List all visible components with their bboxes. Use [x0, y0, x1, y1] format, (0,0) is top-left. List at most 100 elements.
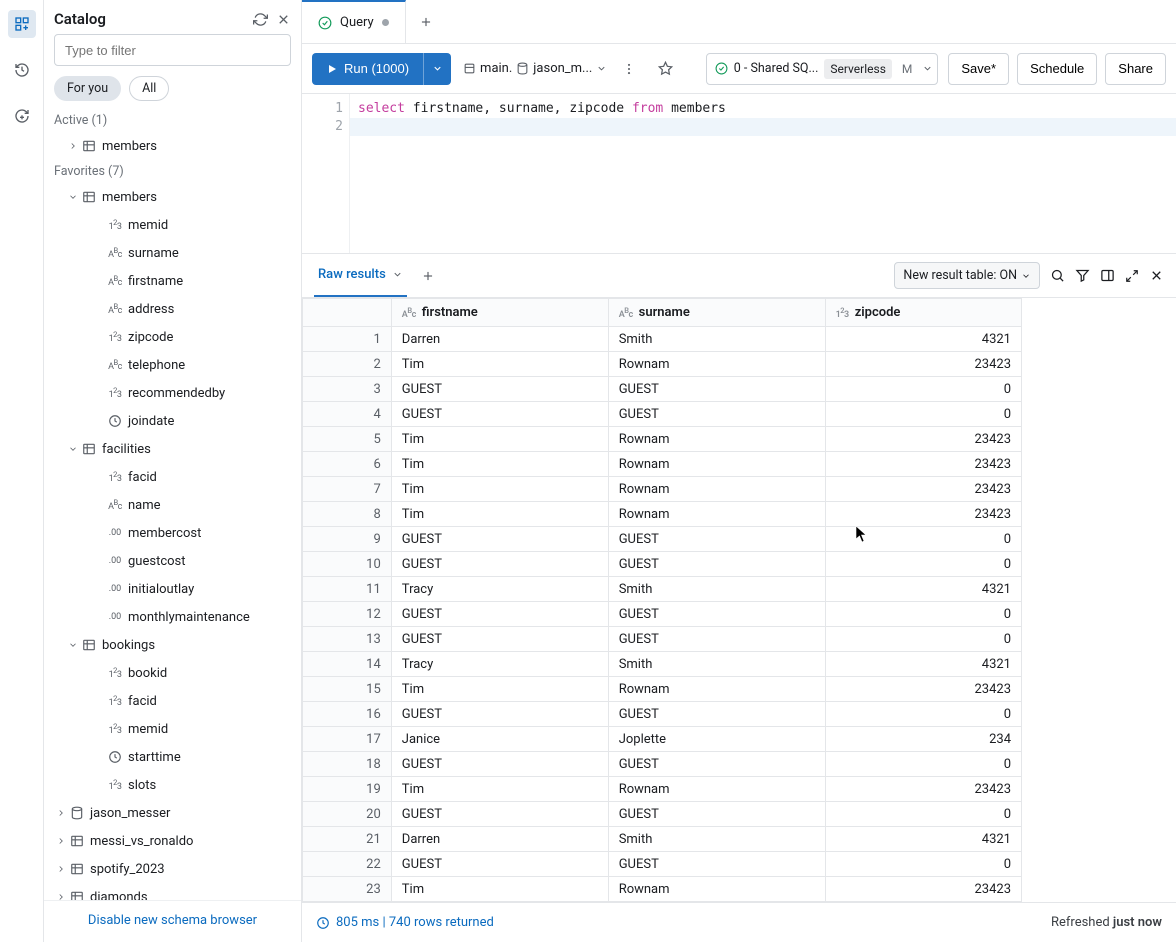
table-row[interactable]: 1DarrenSmith4321	[303, 327, 1022, 352]
tree-column-membercost[interactable]: .00membercost	[44, 519, 301, 547]
table-row[interactable]: 6TimRownam23423	[303, 452, 1022, 477]
cell[interactable]: Joplette	[608, 727, 825, 752]
cell[interactable]: Tracy	[391, 577, 608, 602]
cell[interactable]: 23423	[825, 877, 1021, 902]
table-row[interactable]: 18GUESTGUEST0	[303, 752, 1022, 777]
cell[interactable]: Tim	[391, 452, 608, 477]
cell[interactable]: 0	[825, 527, 1021, 552]
cell[interactable]: GUEST	[391, 852, 608, 877]
cell[interactable]: 23423	[825, 777, 1021, 802]
filter-input[interactable]	[54, 34, 291, 66]
cell[interactable]: 0	[825, 402, 1021, 427]
cell[interactable]: GUEST	[608, 852, 825, 877]
tree-node-diamonds[interactable]: diamonds	[44, 883, 301, 900]
column-header-surname[interactable]: ABcsurname	[608, 299, 825, 327]
tree-node-facilities[interactable]: facilities	[44, 435, 301, 463]
cell[interactable]: Tim	[391, 877, 608, 902]
cell[interactable]: Tracy	[391, 652, 608, 677]
cell[interactable]: Rownam	[608, 352, 825, 377]
tree-column-facid[interactable]: 123facid	[44, 463, 301, 491]
tree-column-starttime[interactable]: starttime	[44, 743, 301, 771]
column-header-zipcode[interactable]: 123zipcode	[825, 299, 1021, 327]
toggle-side-panel-button[interactable]	[1100, 268, 1115, 283]
expand-results-button[interactable]	[1125, 269, 1139, 283]
context-crumb[interactable]: main. jason_m...	[463, 61, 607, 76]
table-row[interactable]: 9GUESTGUEST0	[303, 527, 1022, 552]
cell[interactable]: GUEST	[391, 602, 608, 627]
table-row[interactable]: 23TimRownam23423	[303, 877, 1022, 902]
cell[interactable]: Rownam	[608, 877, 825, 902]
cell[interactable]: Smith	[608, 652, 825, 677]
cell[interactable]: GUEST	[391, 377, 608, 402]
cell[interactable]: Tim	[391, 352, 608, 377]
cell[interactable]: 4321	[825, 652, 1021, 677]
tree-column-guestcost[interactable]: .00guestcost	[44, 547, 301, 575]
cell[interactable]: 0	[825, 377, 1021, 402]
close-results-button[interactable]	[1149, 268, 1164, 283]
table-row[interactable]: 17JaniceJoplette234	[303, 727, 1022, 752]
cell[interactable]: GUEST	[391, 702, 608, 727]
tree-column-telephone[interactable]: ABctelephone	[44, 351, 301, 379]
cell[interactable]: 23423	[825, 477, 1021, 502]
add-visualization-button[interactable]	[421, 269, 435, 283]
query-timing[interactable]: 805 ms | 740 rows returned	[316, 915, 494, 930]
tree-node-messi_vs_ronaldo[interactable]: messi_vs_ronaldo	[44, 827, 301, 855]
chip-all[interactable]: All	[129, 76, 169, 101]
rail-catalog-button[interactable]	[8, 10, 36, 38]
cell[interactable]: Rownam	[608, 452, 825, 477]
table-row[interactable]: 21DarrenSmith4321	[303, 827, 1022, 852]
favorite-star-button[interactable]	[651, 55, 679, 83]
tree-column-memid[interactable]: 123memid	[44, 211, 301, 239]
tree-node-members[interactable]: members	[44, 183, 301, 211]
schedule-button[interactable]: Schedule	[1017, 53, 1097, 85]
cell[interactable]: 0	[825, 702, 1021, 727]
tree-column-slots[interactable]: 123slots	[44, 771, 301, 799]
tree-column-surname[interactable]: ABcsurname	[44, 239, 301, 267]
tree-column-facid[interactable]: 123facid	[44, 687, 301, 715]
cell[interactable]: Rownam	[608, 502, 825, 527]
run-button[interactable]: Run (1000)	[312, 53, 423, 85]
cell[interactable]: GUEST	[391, 802, 608, 827]
tree-column-monthlymaintenance[interactable]: .00monthlymaintenance	[44, 603, 301, 631]
add-tab-button[interactable]	[406, 0, 446, 43]
table-row[interactable]: 5TimRownam23423	[303, 427, 1022, 452]
cell[interactable]: Tim	[391, 477, 608, 502]
tab-query[interactable]: Query	[302, 0, 406, 43]
table-row[interactable]: 14TracySmith4321	[303, 652, 1022, 677]
table-row[interactable]: 4GUESTGUEST0	[303, 402, 1022, 427]
cell[interactable]: 0	[825, 552, 1021, 577]
tree-column-memid[interactable]: 123memid	[44, 715, 301, 743]
cell[interactable]: Tim	[391, 502, 608, 527]
cell[interactable]: 4321	[825, 327, 1021, 352]
results-table-wrap[interactable]: ABcfirstnameABcsurname123zipcode 1Darren…	[302, 298, 1176, 902]
cell[interactable]: GUEST	[391, 752, 608, 777]
sql-editor[interactable]: 12 select firstname, surname, zipcode fr…	[302, 94, 1176, 254]
cell[interactable]: Tim	[391, 777, 608, 802]
disable-schema-link[interactable]: Disable new schema browser	[88, 913, 257, 928]
cell[interactable]: GUEST	[608, 627, 825, 652]
cell[interactable]: 0	[825, 602, 1021, 627]
column-header-firstname[interactable]: ABcfirstname	[391, 299, 608, 327]
table-row[interactable]: 2TimRownam23423	[303, 352, 1022, 377]
cell[interactable]: Smith	[608, 827, 825, 852]
tree-column-recommendedby[interactable]: 123recommendedby	[44, 379, 301, 407]
cell[interactable]: Tim	[391, 427, 608, 452]
cell[interactable]: GUEST	[608, 402, 825, 427]
table-row[interactable]: 13GUESTGUEST0	[303, 627, 1022, 652]
tree-node-jason_messer[interactable]: jason_messer	[44, 799, 301, 827]
cell[interactable]: GUEST	[608, 752, 825, 777]
cell[interactable]: Janice	[391, 727, 608, 752]
table-row[interactable]: 12GUESTGUEST0	[303, 602, 1022, 627]
code-area[interactable]: select firstname, surname, zipcode from …	[350, 94, 1176, 253]
cell[interactable]: GUEST	[608, 602, 825, 627]
cell[interactable]: 234	[825, 727, 1021, 752]
cell[interactable]: 0	[825, 852, 1021, 877]
rail-history-button[interactable]	[8, 56, 36, 84]
table-row[interactable]: 10GUESTGUEST0	[303, 552, 1022, 577]
cell[interactable]: Rownam	[608, 677, 825, 702]
close-sidebar-icon[interactable]	[276, 12, 291, 27]
cell[interactable]: 0	[825, 802, 1021, 827]
tree-column-bookid[interactable]: 123bookid	[44, 659, 301, 687]
cell[interactable]: Rownam	[608, 427, 825, 452]
cell[interactable]: GUEST	[391, 552, 608, 577]
